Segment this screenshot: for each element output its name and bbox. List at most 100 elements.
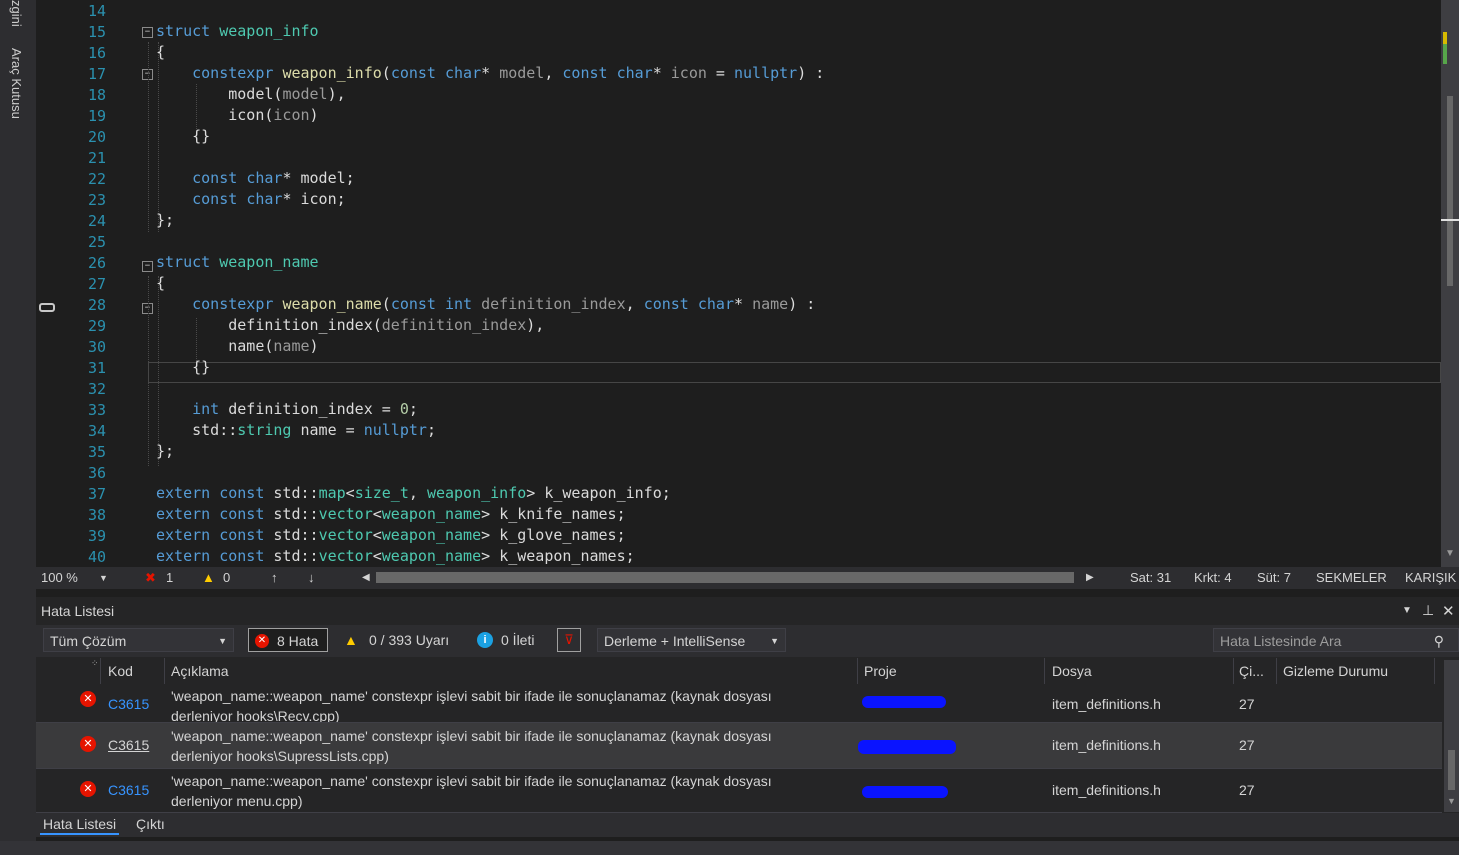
code-line: extern const std::map<size_t, weapon_inf… <box>156 484 671 502</box>
code-line: int definition_index = 0; <box>192 400 418 418</box>
indent-mode[interactable]: SEKMELER <box>1316 570 1387 585</box>
tool-strip: zgini Araç Kutusu <box>0 0 36 855</box>
scope-value: Tüm Çözüm <box>50 633 127 649</box>
fold-toggle[interactable]: − <box>142 261 153 272</box>
code-line: { <box>156 274 166 292</box>
side-tab-history[interactable]: zgini <box>9 0 24 27</box>
redacted-project <box>858 740 956 754</box>
line-number: 18 <box>87 86 106 104</box>
cursor-line: Sat: 31 <box>1130 570 1172 585</box>
zoom-dropdown-icon[interactable]: ▼ <box>99 573 108 583</box>
line-number: 36 <box>87 464 106 482</box>
line-number: 34 <box>87 422 106 440</box>
column-separator <box>100 658 101 685</box>
scroll-right-icon[interactable]: ▶ <box>1086 572 1094 583</box>
line-number: 31 <box>87 359 106 377</box>
error-icon: ✕ <box>255 634 269 648</box>
line-number: 20 <box>87 128 106 146</box>
column-description[interactable]: Açıklama <box>171 663 229 679</box>
code-line: {} <box>156 358 211 376</box>
code-line: constexpr weapon_info(const char* model,… <box>192 64 825 82</box>
pin-icon[interactable]: ⊥ <box>1422 602 1434 619</box>
column-line[interactable]: Çi... <box>1239 663 1264 679</box>
code-line: }; <box>156 442 175 460</box>
zoom-level[interactable]: 100 % <box>41 570 78 585</box>
warning-count[interactable]: 0 <box>223 570 230 585</box>
code-editor[interactable]: 14 15 16 17 18 19 20 21 22 23 24 25 26 27 28 29 30 31 32 33… <box>36 0 1441 567</box>
code-line: const char* model; <box>192 169 355 187</box>
row-separator <box>36 722 1442 723</box>
scroll-left-icon[interactable]: ◀ <box>362 572 370 583</box>
chevron-down-icon: ▼ <box>218 636 227 646</box>
error-line: 27 <box>1239 782 1255 798</box>
column-file[interactable]: Dosya <box>1052 663 1092 679</box>
messages-filter-button[interactable]: 0 İleti <box>501 628 534 652</box>
error-count-icon: ✖ <box>145 570 156 585</box>
next-issue-icon[interactable]: ↓ <box>308 570 315 585</box>
column-separator <box>857 658 858 685</box>
column-separator <box>1434 658 1435 685</box>
line-number: 38 <box>87 506 106 524</box>
tab-output[interactable]: Çıktı <box>133 815 168 833</box>
table-row[interactable]: ✕ C3615 'weapon_name::weapon_name' const… <box>36 723 1442 768</box>
code-line: }; <box>156 211 175 229</box>
editor-vertical-scrollbar[interactable]: ▼ <box>1441 0 1459 567</box>
line-number: 40 <box>87 548 106 566</box>
bookmark-marker-icon[interactable] <box>39 303 55 312</box>
line-ending[interactable]: KARIŞIK <box>1405 570 1456 585</box>
warnings-filter-button[interactable]: 0 / 393 Uyarı <box>369 628 449 652</box>
errors-filter-button[interactable]: ✕ 8 Hata <box>248 628 328 652</box>
panel-dropdown-icon[interactable]: ▼ <box>1402 605 1412 616</box>
error-file: item_definitions.h <box>1052 696 1161 712</box>
editor-status-row: 100 % ▼ ✖ 1 ▲ 0 ↑ ↓ ◀ ▶ Sat: 31 Krkt: 4 … <box>36 567 1459 589</box>
caret-position-marker <box>1441 219 1459 221</box>
code-line: extern const std::vector<weapon_name> k_… <box>156 505 626 523</box>
scroll-down-icon[interactable]: ▼ <box>1447 796 1456 806</box>
scope-dropdown[interactable]: Tüm Çözüm ▼ <box>43 628 234 652</box>
line-number: 25 <box>87 233 106 251</box>
build-filter-dropdown[interactable]: Derleme + IntelliSense ▼ <box>597 628 786 652</box>
error-code-link[interactable]: C3615 <box>108 737 149 753</box>
tab-error-list[interactable]: Hata Listesi <box>40 815 120 835</box>
column-project[interactable]: Proje <box>864 663 897 679</box>
error-list-toolbar: Tüm Çözüm ▼ ✕ 8 Hata ▲ 0 / 393 Uyarı i 0… <box>36 625 1459 657</box>
line-number: 33 <box>87 401 106 419</box>
sort-icon[interactable]: ⁘ <box>91 658 99 669</box>
horizontal-scrollbar-thumb[interactable] <box>376 572 1074 583</box>
bottom-panel-tabs: Hata Listesi Çıktı <box>36 813 1459 837</box>
error-count[interactable]: 1 <box>166 570 173 585</box>
previous-issue-icon[interactable]: ↑ <box>271 570 278 585</box>
line-number: 39 <box>87 527 106 545</box>
fold-toggle[interactable]: − <box>142 27 153 38</box>
current-line-highlight <box>148 362 1441 383</box>
warning-icon: ▲ <box>344 632 358 648</box>
line-number: 35 <box>87 443 106 461</box>
scroll-down-icon[interactable]: ▼ <box>1445 548 1455 559</box>
error-search-input[interactable]: Hata Listesinde Ara ⚲ <box>1213 628 1459 652</box>
scrollbar-thumb[interactable] <box>1447 96 1453 286</box>
error-description: 'weapon_name::weapon_name' constexpr işl… <box>171 686 811 726</box>
side-tab-toolbox[interactable]: Araç Kutusu <box>9 48 24 119</box>
code-line: constexpr weapon_name(const int definiti… <box>192 295 816 313</box>
bottom-status-bar <box>0 841 1459 855</box>
line-number: 27 <box>87 275 106 293</box>
code-line: extern const std::vector<weapon_name> k_… <box>156 547 635 565</box>
change-marker <box>1443 44 1447 64</box>
close-icon[interactable]: ✕ <box>1442 602 1455 620</box>
search-icon[interactable]: ⚲ <box>1434 629 1444 653</box>
column-suppression[interactable]: Gizleme Durumu <box>1283 663 1388 679</box>
error-list-header: ⁘ Kod Açıklama Proje Dosya Çi... Gizleme… <box>36 658 1446 685</box>
scrollbar-thumb[interactable] <box>1448 750 1455 790</box>
error-list-scrollbar[interactable]: ▼ <box>1444 660 1459 812</box>
error-description-line: derleniyor menu.cpp) <box>171 793 303 809</box>
filter-icon[interactable]: ⊽ <box>557 628 581 652</box>
line-number: 32 <box>87 380 106 398</box>
error-code-link[interactable]: C3615 <box>108 696 149 712</box>
column-code[interactable]: Kod <box>108 663 133 679</box>
error-code-link[interactable]: C3615 <box>108 782 149 798</box>
errors-filter-label: 8 Hata <box>277 633 319 649</box>
error-line: 27 <box>1239 737 1255 753</box>
line-number: 15 <box>87 23 106 41</box>
error-description-line: 'weapon_name::weapon_name' constexpr işl… <box>171 688 772 704</box>
table-row[interactable]: ✕ C3615 'weapon_name::weapon_name' const… <box>36 769 1442 813</box>
